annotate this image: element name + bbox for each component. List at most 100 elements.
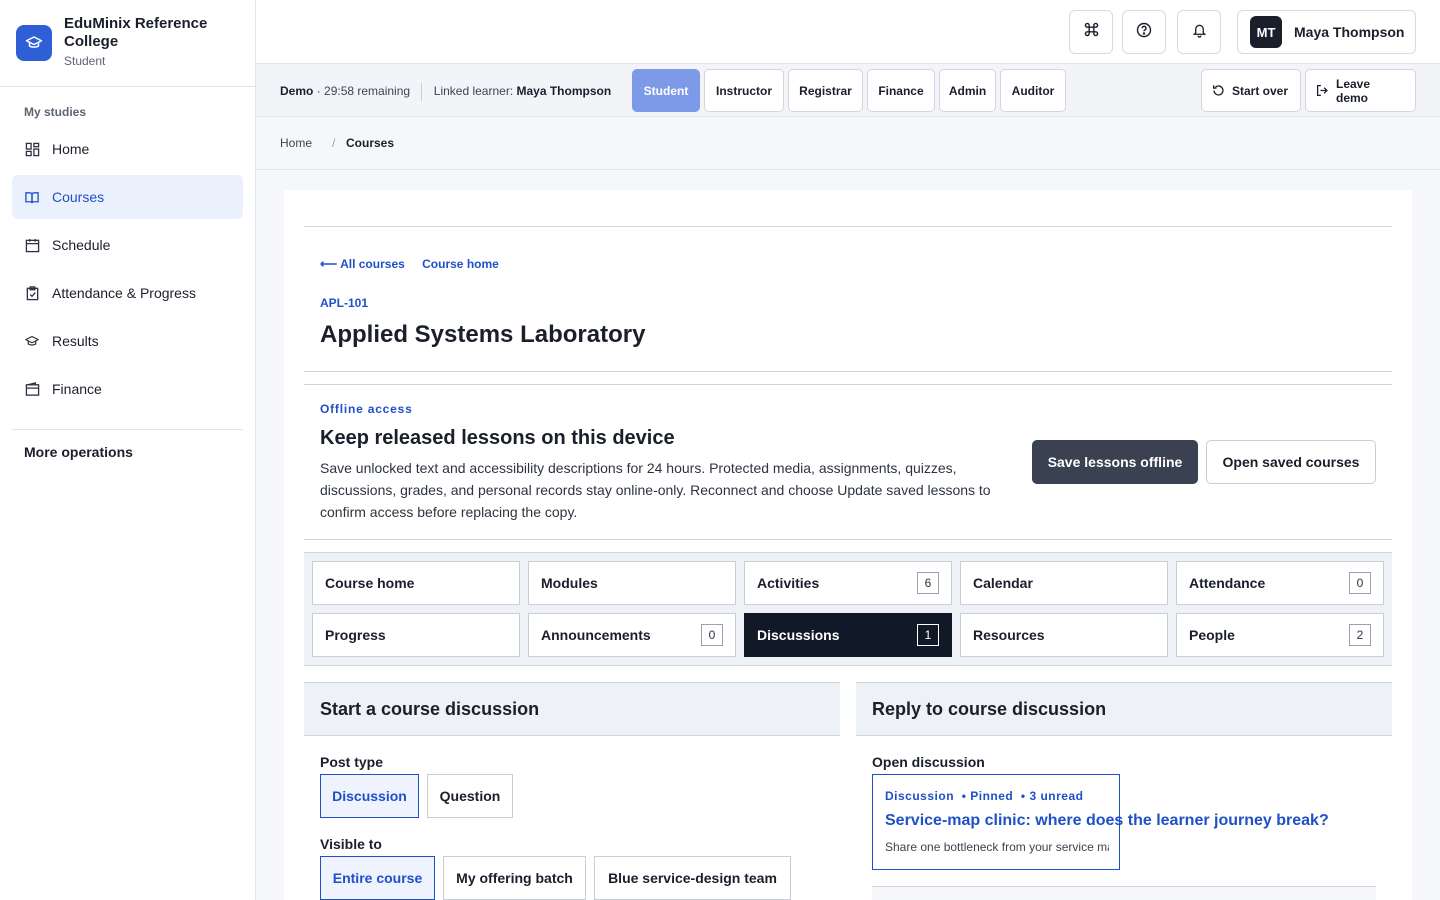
save-lessons-offline-button[interactable]: Save lessons offline (1032, 440, 1198, 484)
discussion-list-next (872, 886, 1376, 900)
offline-title: Keep released lessons on this device (320, 427, 675, 449)
reply-discussion-header: Reply to course discussion (856, 682, 1392, 736)
help-button[interactable] (1122, 10, 1166, 54)
visible-to-label: Visible to (320, 836, 382, 852)
sidebar-item-label: Courses (52, 189, 105, 205)
demo-label: Demo (280, 84, 314, 99)
tab-attendance[interactable]: Attendance 0 (1176, 561, 1384, 605)
tab-label: Attendance (1189, 575, 1266, 591)
tab-calendar[interactable]: Calendar (960, 561, 1168, 605)
divider (304, 539, 1392, 540)
course-panel: ⟵ All courses Course home APL-101 Applie… (284, 190, 1412, 900)
start-over-button[interactable]: Start over (1201, 69, 1301, 112)
discussion-title: Service-map clinic: where does the learn… (885, 812, 1329, 829)
tab-modules[interactable]: Modules (528, 561, 736, 605)
course-code: APL-101 (320, 296, 369, 310)
post-type-question-option[interactable]: Question (427, 774, 513, 818)
sidebar-item-courses[interactable]: Courses (12, 175, 243, 219)
tab-people[interactable]: People 2 (1176, 613, 1384, 657)
user-name: Maya Thompson (1294, 24, 1405, 40)
tab-label: Progress (325, 627, 386, 643)
course-tabs: Course home Modules Activities 6 Calenda… (304, 552, 1392, 666)
tab-label: People (1189, 627, 1235, 643)
course-links: ⟵ All courses Course home (320, 257, 513, 271)
page-title: Applied Systems Laboratory (320, 321, 646, 348)
sidebar: EduMinix Reference College Student My st… (0, 0, 256, 900)
tab-count-badge: 6 (917, 572, 939, 594)
tab-activities[interactable]: Activities 6 (744, 561, 952, 605)
all-courses-link[interactable]: ⟵ All courses (320, 257, 405, 271)
tab-announcements[interactable]: Announcements 0 (528, 613, 736, 657)
discussion-card[interactable]: Discussion • Pinned • 3 unread Service-m… (872, 774, 1329, 870)
avatar: MT (1250, 16, 1282, 48)
tab-label: Calendar (973, 575, 1033, 591)
tab-resources[interactable]: Resources (960, 613, 1168, 657)
breadcrumb-current: Courses (346, 136, 395, 150)
visibility-team-option[interactable]: Blue service-design team (594, 856, 791, 900)
visibility-entire-course-option[interactable]: Entire course (320, 856, 435, 900)
command-icon (1084, 22, 1099, 42)
calendar-icon (24, 237, 40, 253)
tab-count-badge: 0 (1349, 572, 1371, 594)
notifications-button[interactable] (1177, 10, 1221, 54)
sidebar-item-label: Attendance & Progress (52, 285, 196, 301)
clipboard-check-icon (24, 285, 40, 301)
sidebar-item-finance[interactable]: Finance (12, 367, 243, 411)
restart-icon (1212, 84, 1225, 97)
leave-demo-label: Leave demo (1336, 76, 1371, 105)
divider (421, 83, 423, 101)
sidebar-item-attendance-progress[interactable]: Attendance & Progress (12, 271, 243, 315)
pinned-badge: • Pinned (961, 789, 1014, 803)
divider (304, 371, 1392, 372)
brand[interactable]: EduMinix Reference College Student (0, 0, 255, 87)
leave-demo-button[interactable]: Leave demo (1305, 69, 1416, 112)
command-button[interactable] (1069, 10, 1113, 54)
sidebar-item-home[interactable]: Home (12, 127, 243, 171)
role-auditor-button[interactable]: Auditor (1000, 69, 1066, 112)
tab-course-home[interactable]: Course home (312, 561, 520, 605)
role-admin-button[interactable]: Admin (939, 69, 996, 112)
sidebar-item-results[interactable]: Results (12, 319, 243, 363)
help-icon (1136, 22, 1152, 43)
tab-count-badge: 2 (1349, 624, 1371, 646)
post-type-discussion-option[interactable]: Discussion (320, 774, 419, 818)
graduation-cap-icon (24, 333, 40, 349)
tab-label: Discussions (757, 627, 840, 643)
tab-count-badge: 0 (701, 624, 723, 646)
logout-icon (1316, 84, 1329, 97)
linked-learner-prefix: Linked learner: (433, 84, 514, 99)
graduation-cap-logo-icon (16, 25, 52, 61)
user-menu-button[interactable]: MT Maya Thompson (1237, 10, 1416, 54)
top-bar: MT Maya Thompson (256, 0, 1440, 64)
role-finance-button[interactable]: Finance (867, 69, 935, 112)
brand-role: Student (64, 54, 106, 68)
post-type-label: Post type (320, 754, 384, 770)
role-registrar-button[interactable]: Registrar (788, 69, 863, 112)
discussion-type: Discussion (885, 789, 955, 803)
sidebar-item-schedule[interactable]: Schedule (12, 223, 243, 267)
tab-label: Resources (973, 627, 1045, 643)
breadcrumb-home-link[interactable]: Home (280, 136, 312, 150)
tab-discussions[interactable]: Discussions 1 (744, 613, 952, 657)
tab-count-badge: 1 (917, 624, 939, 646)
discussion-snippet: Share one bottleneck from your service m… (885, 840, 1109, 854)
course-home-link[interactable]: Course home (422, 257, 499, 271)
breadcrumb-separator: / (332, 136, 336, 150)
demo-remaining: · 29:58 remaining (316, 84, 411, 99)
more-operations-button[interactable]: More operations (0, 430, 255, 474)
demo-status: Demo · 29:58 remaining Linked learner: M… (280, 83, 611, 101)
tab-label: Modules (541, 575, 598, 591)
unread-badge: • 3 unread (1020, 789, 1084, 803)
start-discussion-header: Start a course discussion (304, 682, 840, 736)
open-discussion-label: Open discussion (872, 754, 985, 770)
brand-name: EduMinix Reference College (64, 15, 208, 50)
open-saved-courses-button[interactable]: Open saved courses (1206, 440, 1376, 484)
role-instructor-button[interactable]: Instructor (704, 69, 784, 112)
sidebar-item-label: Schedule (52, 237, 111, 253)
tab-progress[interactable]: Progress (312, 613, 520, 657)
sidebar-item-label: Finance (52, 381, 102, 397)
visibility-offering-batch-option[interactable]: My offering batch (443, 856, 586, 900)
divider (304, 226, 1392, 227)
tab-label: Announcements (541, 627, 651, 643)
role-student-button[interactable]: Student (632, 69, 700, 112)
